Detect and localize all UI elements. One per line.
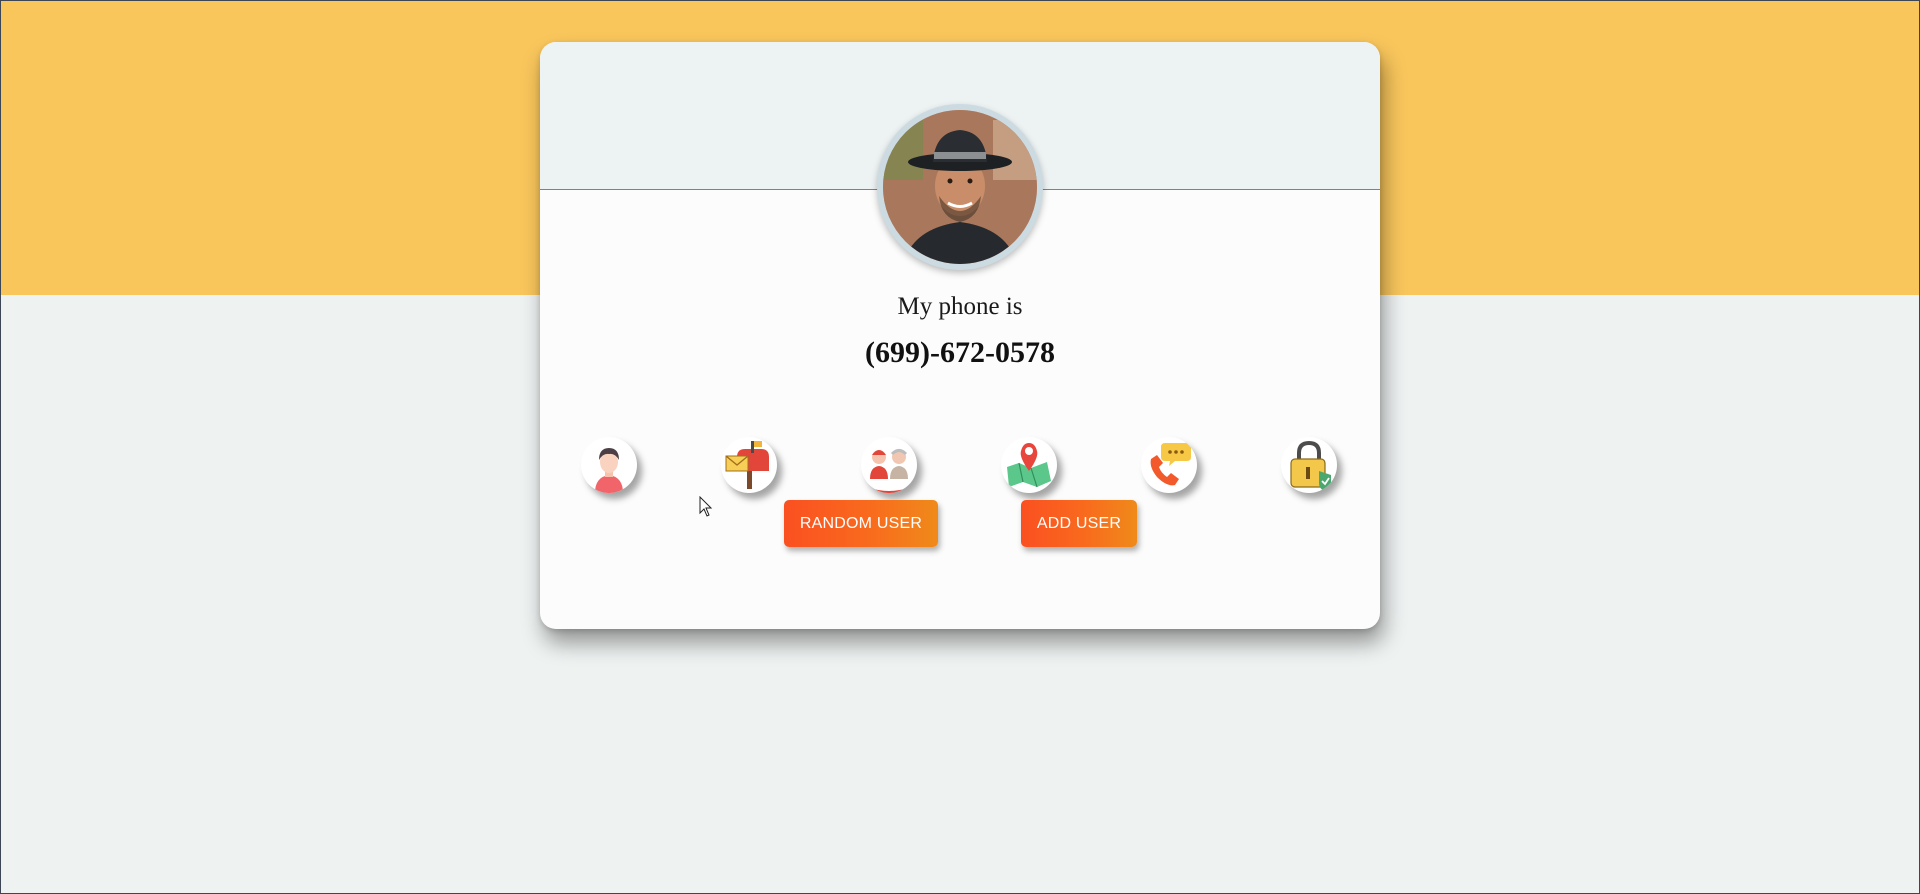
info-icon-row [540, 437, 1380, 499]
user-card: My phone is (699)-672-0578 RANDOM USER A… [540, 42, 1380, 629]
age-icon [866, 449, 912, 493]
add-user-button[interactable]: ADD USER [1021, 500, 1137, 547]
phone-call-icon [1150, 443, 1191, 486]
padlock-icon-button[interactable] [1281, 437, 1337, 493]
avatar-image [883, 110, 1037, 264]
age-icon-button[interactable] [861, 437, 917, 493]
user-icon [595, 448, 623, 493]
phone-value: (699)-672-0578 [865, 336, 1055, 369]
mailbox-icon [725, 441, 769, 489]
phone-label: My phone is [897, 293, 1023, 320]
phone-call-icon-button[interactable] [1141, 437, 1197, 493]
user-avatar [877, 104, 1043, 270]
mouse-cursor-icon [699, 496, 713, 517]
random-user-button[interactable]: RANDOM USER [784, 500, 938, 547]
map-location-icon [1007, 443, 1051, 488]
padlock-icon [1290, 440, 1331, 491]
map-location-icon-button[interactable] [1001, 437, 1057, 493]
mailbox-icon-button[interactable] [721, 437, 777, 493]
user-icon-button[interactable] [581, 437, 637, 493]
